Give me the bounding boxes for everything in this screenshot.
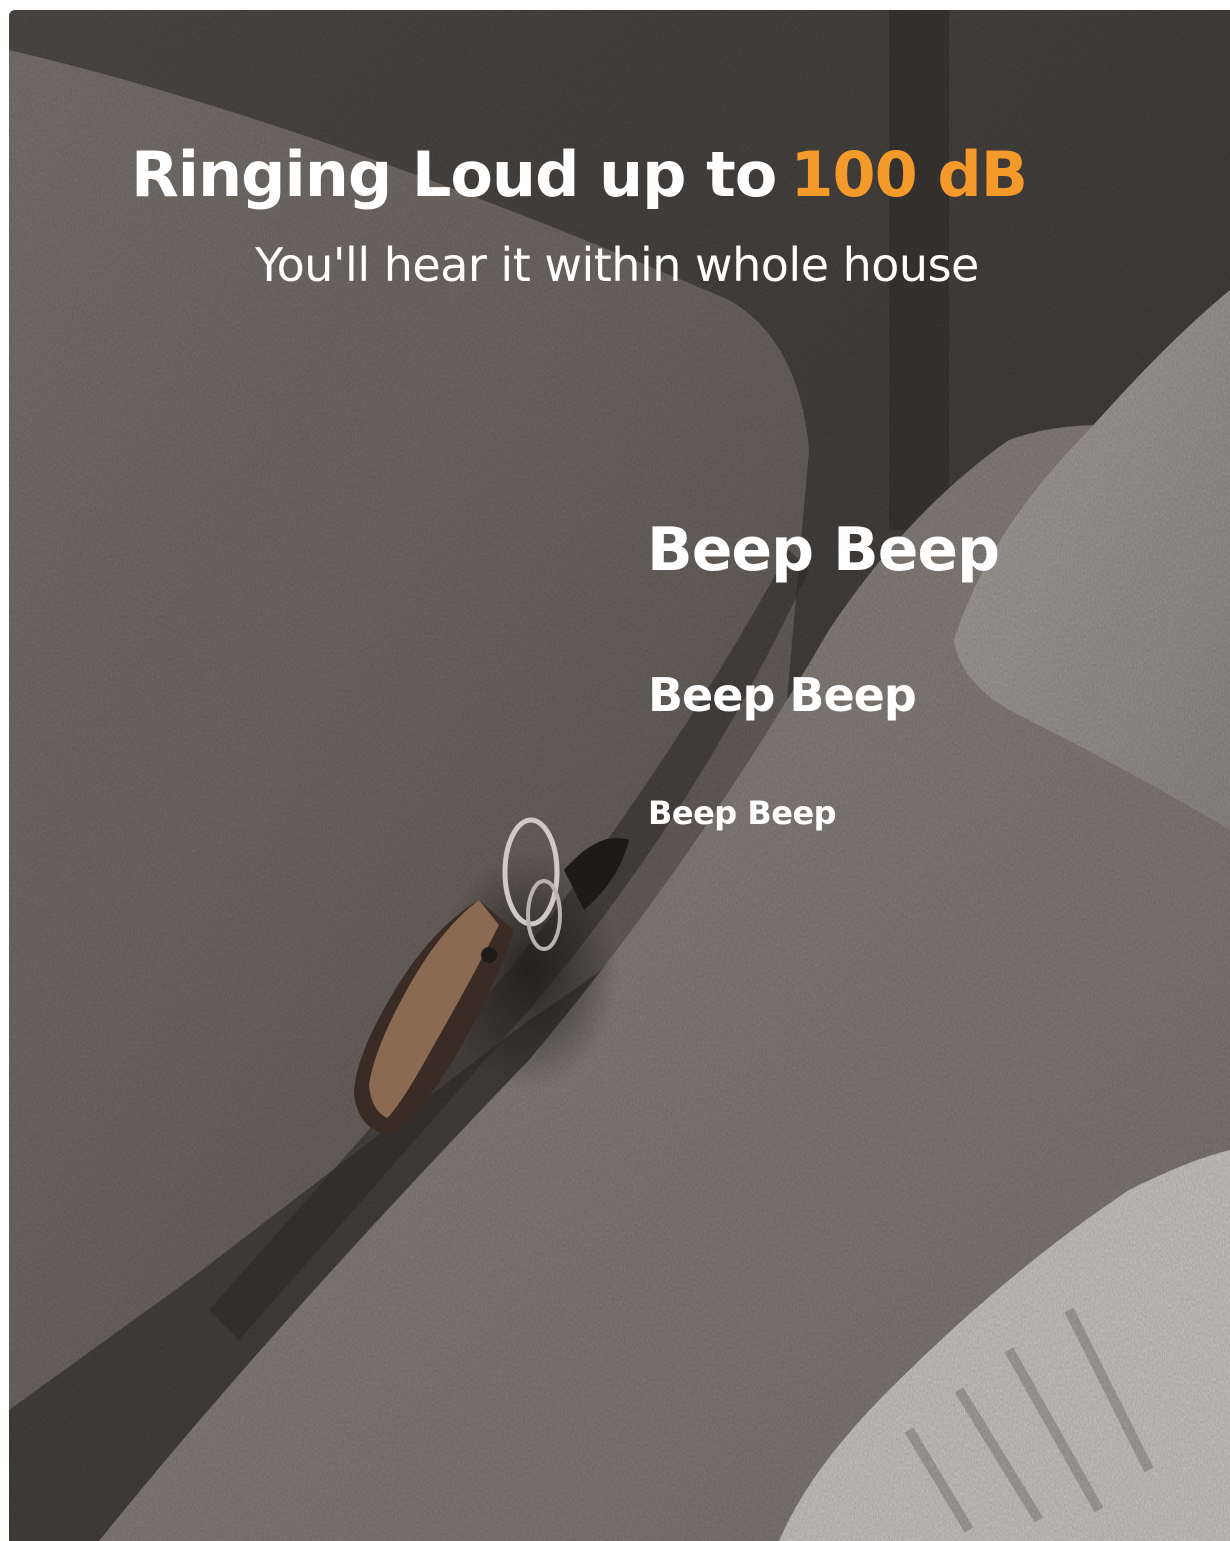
headline-accent: 100 dB	[790, 138, 1028, 211]
beep-text-large: Beep Beep	[647, 515, 1000, 585]
headline: Ringing Loud up to 100 dB	[9, 138, 1149, 211]
headline-main: Ringing Loud up to	[130, 138, 777, 211]
product-image-frame: Ringing Loud up to 100 dB You'll hear it …	[9, 10, 1230, 1541]
beep-text-small: Beep Beep	[648, 794, 837, 832]
beep-text-medium: Beep Beep	[648, 668, 917, 722]
subheadline: You'll hear it within whole house	[255, 238, 979, 292]
